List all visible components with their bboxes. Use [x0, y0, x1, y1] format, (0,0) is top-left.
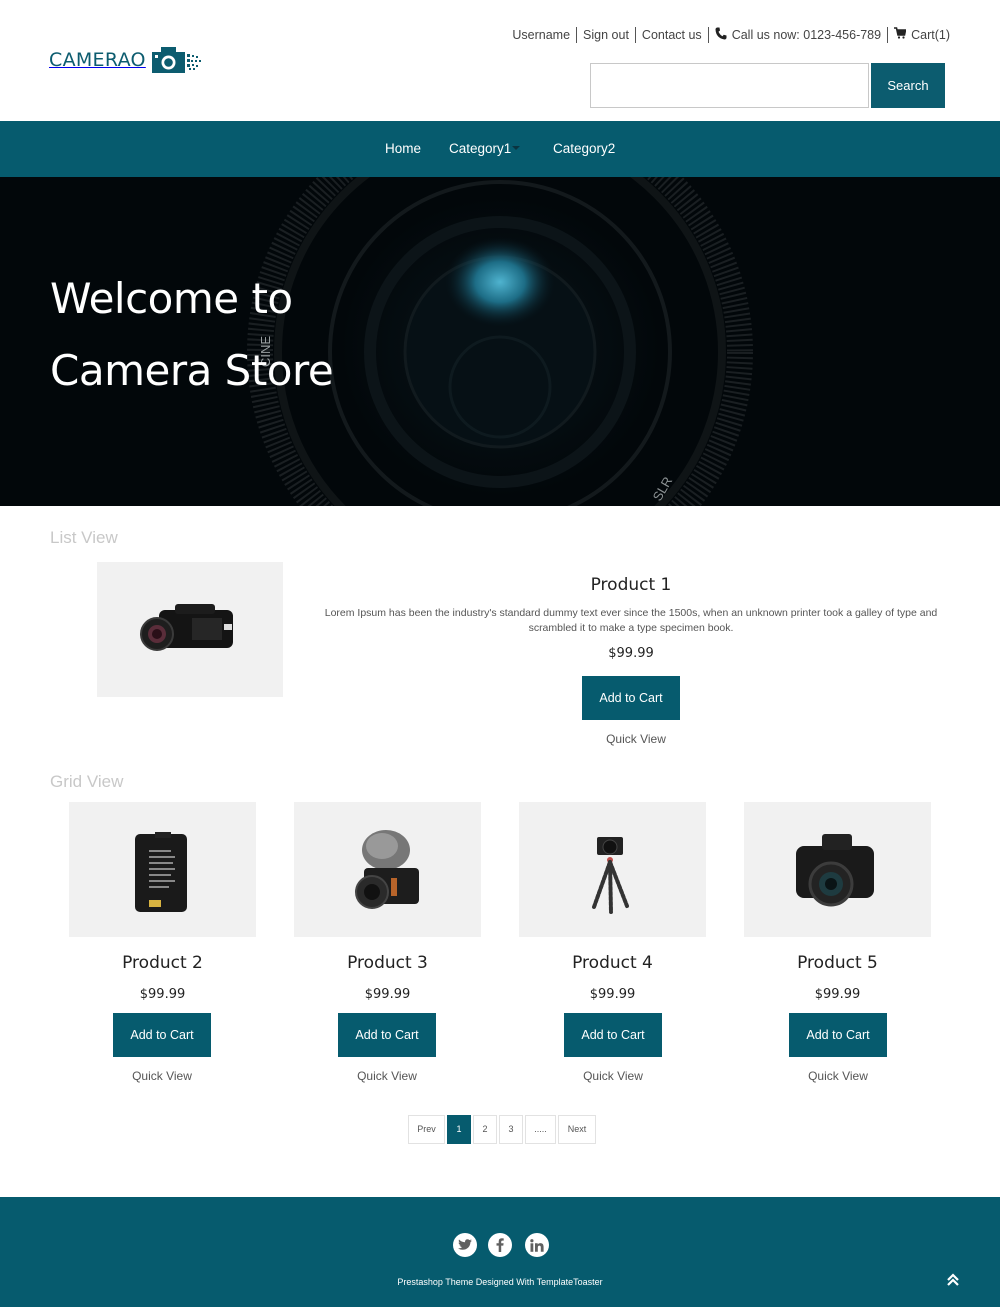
product-2-name[interactable]: Product 2 — [69, 953, 256, 973]
grid-view-heading: Grid View — [50, 772, 124, 791]
top-links: Username Sign out Contact us Call us now… — [512, 26, 950, 43]
product-3-name[interactable]: Product 3 — [294, 953, 481, 973]
product-5-name[interactable]: Product 5 — [744, 953, 931, 973]
camera-with-mic-image — [355, 830, 419, 909]
product-1-description: Lorem Ipsum has been the industry's stan… — [324, 607, 938, 634]
phone-icon — [715, 27, 727, 43]
main-nav: Home Category1 Category2 — [0, 121, 1000, 177]
chevron-down-icon[interactable] — [512, 146, 520, 150]
linkedin-icon[interactable] — [525, 1233, 549, 1257]
nav-item-home[interactable]: Home — [385, 141, 421, 156]
nav-item-category1[interactable]: Category1 — [449, 141, 511, 156]
logo[interactable]: CAMERAO — [49, 46, 206, 74]
search-button[interactable]: Search — [871, 63, 945, 108]
pagination-next[interactable]: Next — [558, 1115, 596, 1144]
pagination-prev[interactable]: Prev — [408, 1115, 445, 1144]
battery-image — [135, 832, 187, 912]
product-4-image[interactable] — [519, 802, 706, 937]
pagination-ellipsis[interactable]: ..... — [525, 1115, 556, 1144]
divider — [634, 26, 636, 43]
product-5-price: $99.99 — [814, 987, 861, 1002]
product-1-name[interactable]: Product 1 — [320, 575, 942, 595]
quick-view-link[interactable]: Quick View — [102, 1069, 222, 1083]
add-to-cart-button[interactable]: Add to Cart — [789, 1013, 887, 1057]
product-5-image[interactable] — [744, 802, 931, 937]
username-link[interactable]: Username — [512, 28, 570, 42]
tripod-image — [592, 837, 629, 914]
product-2-image[interactable] — [69, 802, 256, 937]
site-header: CAMERAO Username Sign out Contact us Cal… — [0, 0, 1000, 121]
hero-title: Welcome to Camera Store — [50, 274, 334, 395]
nav-item-category2[interactable]: Category2 — [553, 141, 615, 156]
list-view-heading: List View — [50, 528, 118, 547]
cart-icon — [894, 27, 907, 42]
pagination-page-3[interactable]: 3 — [499, 1115, 523, 1144]
contact-us-link[interactable]: Contact us — [642, 28, 702, 42]
product-3-image[interactable] — [294, 802, 481, 937]
add-to-cart-button[interactable]: Add to Cart — [582, 676, 680, 720]
quick-view-link[interactable]: Quick View — [327, 1069, 447, 1083]
quick-view-link[interactable]: Quick View — [778, 1069, 898, 1083]
twitter-icon[interactable] — [453, 1233, 477, 1257]
facebook-icon[interactable] — [488, 1233, 512, 1257]
divider — [887, 26, 889, 43]
pagination-page-2[interactable]: 2 — [473, 1115, 497, 1144]
product-4-name[interactable]: Product 4 — [519, 953, 706, 973]
product-1-image[interactable] — [97, 562, 283, 697]
camera-logo-icon — [151, 46, 206, 74]
sign-out-link[interactable]: Sign out — [583, 28, 629, 42]
product-4-price: $99.99 — [589, 987, 636, 1002]
camcorder-image — [140, 604, 233, 651]
product-3-price: $99.99 — [364, 987, 411, 1002]
divider — [576, 26, 578, 43]
product-2-price: $99.99 — [139, 987, 186, 1002]
site-footer: Prestashop Theme Designed With TemplateT… — [0, 1197, 1000, 1307]
hero-banner: CINE SLR Welcome to Camera Store — [0, 177, 1000, 506]
phone-number: Call us now: 0123-456-789 — [731, 27, 882, 42]
double-chevron-up-icon[interactable] — [944, 1271, 962, 1289]
search-input[interactable] — [590, 63, 869, 108]
pagination-page-1[interactable]: 1 — [447, 1115, 471, 1144]
divider — [707, 26, 709, 43]
dslr-camera-image — [796, 834, 874, 907]
cart-link[interactable]: Cart(1) — [911, 28, 950, 42]
product-1-price: $99.99 — [608, 646, 654, 661]
pagination: Prev 1 2 3 ..... Next — [408, 1115, 598, 1144]
add-to-cart-button[interactable]: Add to Cart — [338, 1013, 436, 1057]
product-1-info: Product 1 Lorem Ipsum has been the indus… — [320, 575, 942, 661]
logo-text: CAMERAO — [49, 49, 146, 71]
footer-credit: Prestashop Theme Designed With TemplateT… — [397, 1277, 603, 1287]
add-to-cart-button[interactable]: Add to Cart — [564, 1013, 662, 1057]
add-to-cart-button[interactable]: Add to Cart — [113, 1013, 211, 1057]
quick-view-link[interactable]: Quick View — [553, 1069, 673, 1083]
quick-view-link[interactable]: Quick View — [576, 732, 696, 746]
